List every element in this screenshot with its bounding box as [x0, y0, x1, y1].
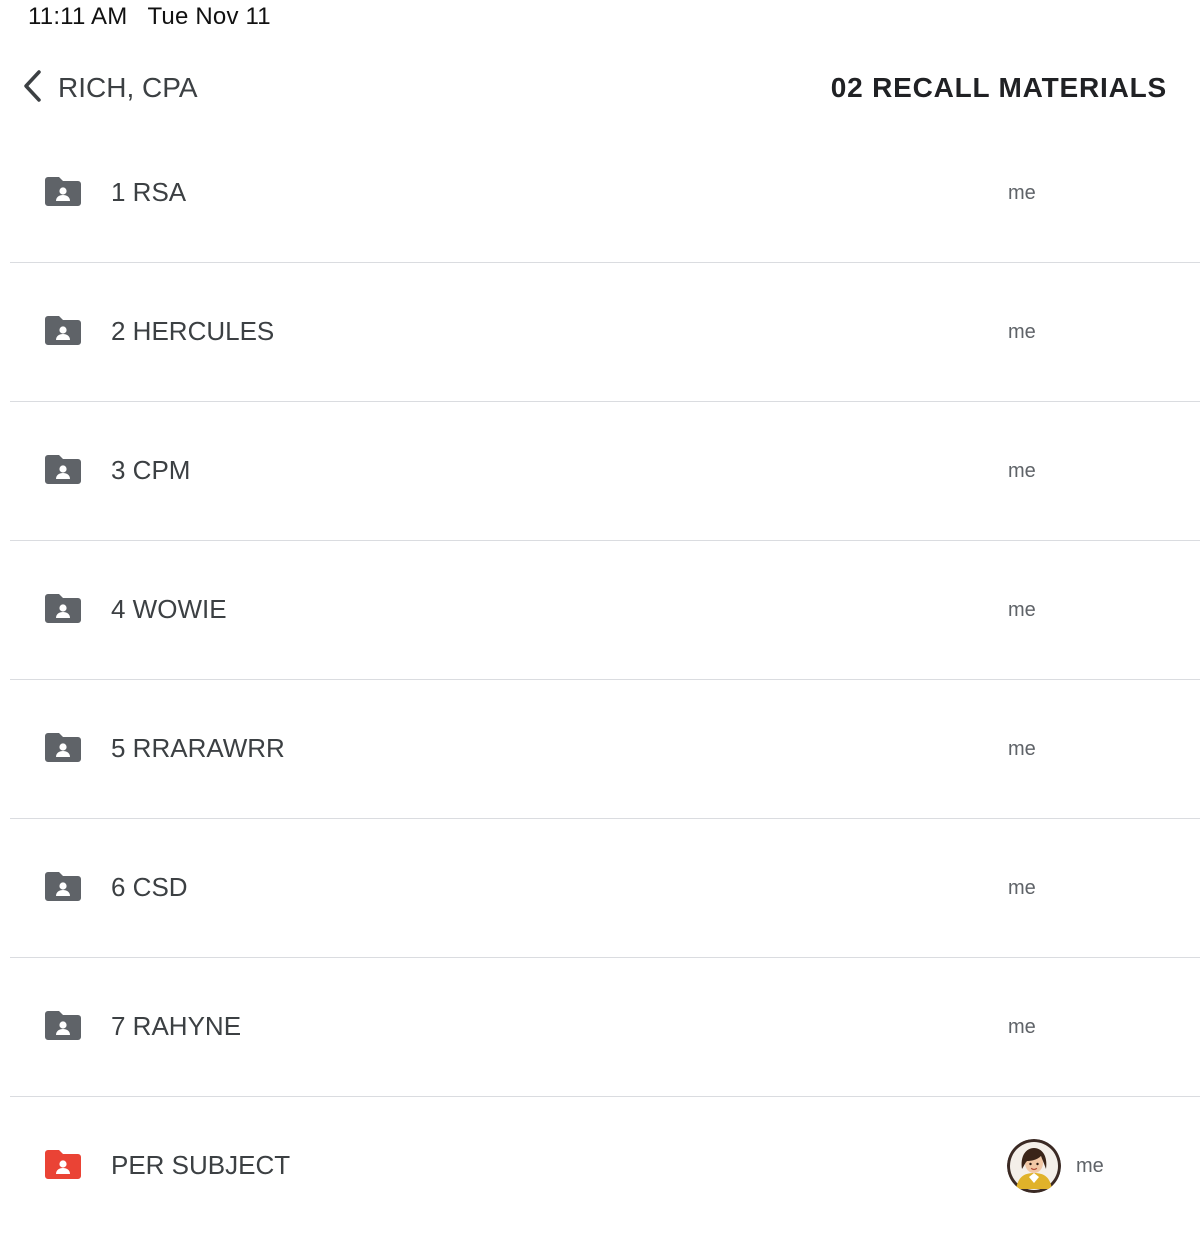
file-name: PER SUBJECT	[111, 1150, 291, 1180]
file-row[interactable]: 7 RAHYNE me	[10, 958, 1200, 1097]
file-owner: me	[1008, 460, 1036, 482]
status-date: Tue Nov 11	[147, 3, 271, 30]
shared-folder-icon	[45, 593, 81, 623]
shared-folder-icon	[45, 1149, 81, 1179]
shared-folder-icon	[45, 732, 81, 762]
shared-folder-icon	[45, 176, 81, 206]
file-owner: me	[1008, 321, 1036, 343]
file-name: 5 RRARAWRR	[111, 733, 285, 763]
file-owner: me	[1076, 1155, 1104, 1177]
file-row[interactable]: 6 CSD me	[10, 819, 1200, 958]
shared-folder-icon	[45, 454, 81, 484]
avatar	[1007, 1139, 1061, 1193]
file-row[interactable]: 2 HERCULES me	[10, 263, 1200, 402]
shared-folder-icon	[45, 1010, 81, 1040]
file-name: 4 WOWIE	[111, 594, 227, 624]
file-row[interactable]: 4 WOWIE me	[10, 541, 1200, 680]
status-bar: 11:11 AM Tue Nov 11	[28, 2, 271, 32]
file-owner: me	[1008, 877, 1036, 899]
file-row[interactable]: PER SUBJECT me	[10, 1097, 1200, 1235]
file-row[interactable]: 5 RRARAWRR me	[10, 680, 1200, 819]
back-label: RICH, CPA	[58, 72, 198, 103]
file-name: 1 RSA	[111, 177, 187, 207]
status-time: 11:11 AM	[28, 3, 128, 30]
file-owner: me	[1008, 1016, 1036, 1038]
chevron-left-icon	[18, 66, 48, 111]
file-row[interactable]: 3 CPM me	[10, 402, 1200, 541]
file-name: 3 CPM	[111, 455, 191, 485]
file-name: 7 RAHYNE	[111, 1011, 242, 1041]
file-owner: me	[1008, 738, 1036, 760]
shared-folder-icon	[45, 871, 81, 901]
shared-folder-icon	[45, 315, 81, 345]
file-owner: me	[1008, 182, 1036, 204]
file-name: 2 HERCULES	[111, 316, 275, 346]
file-row[interactable]: 1 RSA me	[10, 124, 1200, 263]
back-button[interactable]: RICH, CPA	[18, 68, 198, 108]
file-name: 6 CSD	[111, 872, 188, 902]
page-title: 02 RECALL MATERIALS	[830, 72, 1167, 103]
file-owner: me	[1008, 599, 1036, 621]
header: RICH, CPA 02 RECALL MATERIALS	[0, 60, 1200, 116]
file-list: 1 RSA me 2 HERCULES me 3 CPM me 4 WOWIE …	[0, 124, 1200, 1235]
